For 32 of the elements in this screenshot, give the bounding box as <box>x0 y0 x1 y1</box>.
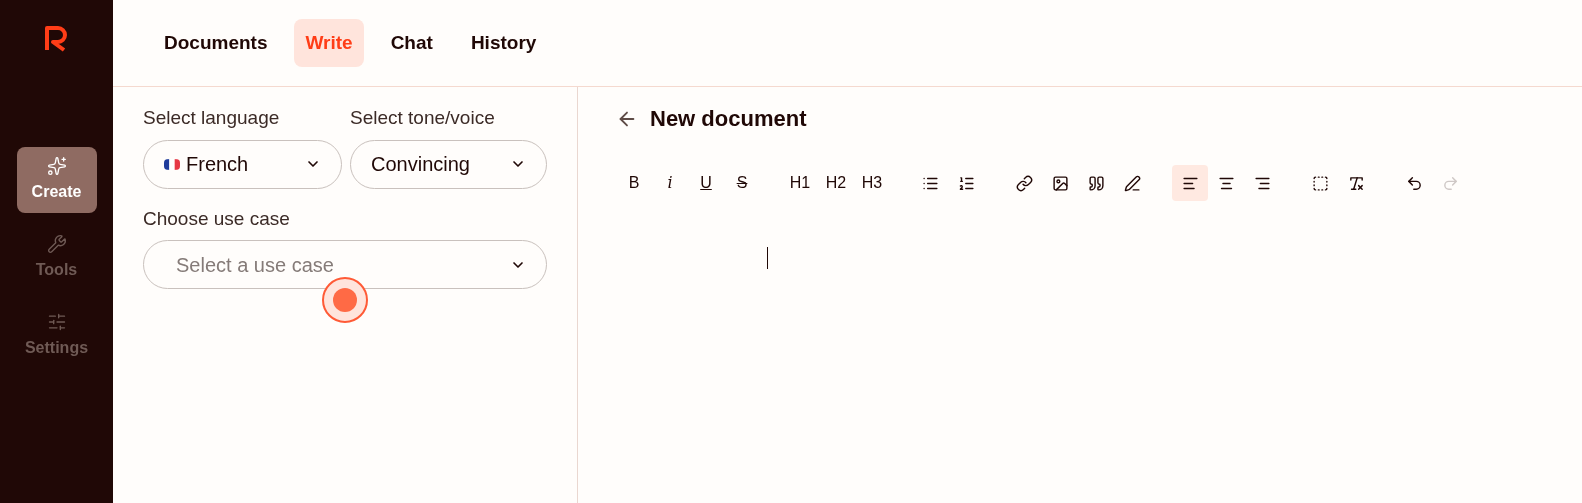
clear-format-icon <box>1347 174 1365 192</box>
numbered-list-icon <box>957 174 975 192</box>
pen-icon <box>1123 174 1141 192</box>
nav-tab[interactable]: Chat <box>379 18 444 68</box>
redo-icon <box>1441 174 1459 192</box>
wrench-icon <box>46 234 67 254</box>
select-all-icon <box>1311 174 1329 192</box>
sidebar-item[interactable]: Create <box>16 147 97 213</box>
format-button[interactable]: H1 <box>782 165 818 201</box>
image-icon <box>1051 174 1069 192</box>
logo-icon <box>43 24 70 52</box>
sliders-icon <box>46 312 67 332</box>
format-button[interactable]: B <box>616 165 652 201</box>
field-label: Select tone/voice <box>350 106 496 130</box>
format-button[interactable]: H2 <box>818 165 854 201</box>
quote-icon <box>1087 174 1105 192</box>
nav-tab[interactable]: History <box>459 18 548 68</box>
field-label: Choose use case <box>143 206 291 231</box>
format-button[interactable]: S <box>724 165 760 201</box>
click-indicator <box>322 277 368 323</box>
link-icon <box>1015 174 1033 192</box>
format-button[interactable]: U <box>688 165 724 201</box>
document-title: New document <box>650 105 807 133</box>
french-flag-icon <box>164 158 180 170</box>
format-button[interactable]: i <box>652 165 688 201</box>
align-left-button[interactable] <box>1172 165 1208 201</box>
sparkles-icon <box>46 156 67 176</box>
text-cursor <box>767 247 768 269</box>
format-button[interactable]: H3 <box>854 165 890 201</box>
field-label: Select language <box>143 106 281 130</box>
undo-icon <box>1405 174 1423 192</box>
nav-tab[interactable]: Documents <box>153 18 279 68</box>
